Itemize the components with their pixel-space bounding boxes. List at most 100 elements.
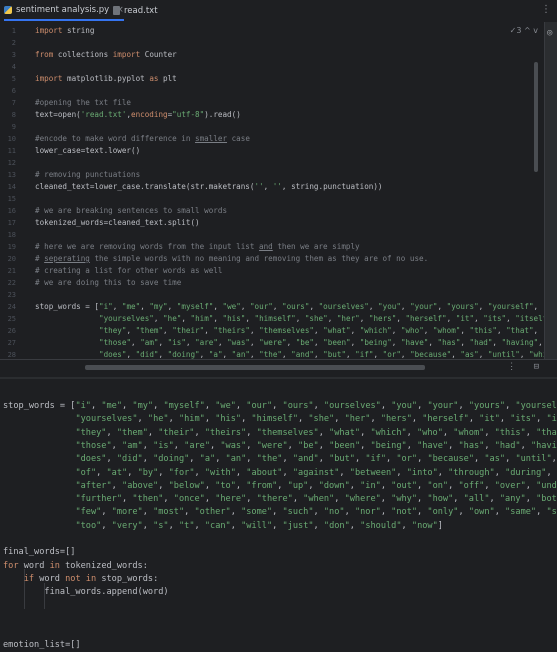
line-number: 23 xyxy=(0,289,16,301)
code-token: , xyxy=(101,521,111,531)
code-token: , xyxy=(200,350,209,359)
code-token: "very" xyxy=(112,521,143,531)
code-token: , xyxy=(458,401,468,411)
code-token: # we are doing this to save time xyxy=(35,278,181,287)
code-token: , xyxy=(205,494,215,504)
code-token: "or" xyxy=(383,350,401,359)
tab-read-txt[interactable]: read.txt xyxy=(113,0,158,21)
code-token: stop_words: xyxy=(96,574,158,584)
code-token: , xyxy=(205,414,215,424)
code-line: "they", "them", "their", "theirs", "them… xyxy=(3,427,557,440)
code-token: import xyxy=(35,26,62,35)
code-line: # we are breaking sentences to small wor… xyxy=(35,205,227,217)
more-tabs-icon[interactable]: ⋮ xyxy=(541,4,551,15)
code-token: , xyxy=(407,428,417,438)
code-token: , xyxy=(373,350,382,359)
text-file-icon xyxy=(113,6,120,15)
code-token: "it" xyxy=(456,314,474,323)
code-token: "or" xyxy=(396,454,417,464)
code-token: , xyxy=(417,481,427,491)
right-tool-strip: ◎ xyxy=(544,22,557,359)
code-line: if word not in stop_words: xyxy=(3,573,158,586)
code-token: , xyxy=(484,441,494,451)
code-line: stop_words = ["i", "me", "my", "myself",… xyxy=(3,400,557,413)
code-token: , xyxy=(381,401,391,411)
code-token: "me" xyxy=(101,401,122,411)
code-editor[interactable]: 1234567891011121314151617181920212223242… xyxy=(0,22,544,359)
code-token: "as" xyxy=(460,350,478,359)
code-token: , xyxy=(163,494,173,504)
line-number: 15 xyxy=(0,193,16,205)
code-token: word xyxy=(34,574,65,584)
vertical-scrollbar[interactable] xyxy=(534,62,538,172)
code-token: , xyxy=(314,326,323,335)
code-token: "can" xyxy=(205,521,231,531)
code-token: "ourselves" xyxy=(324,401,381,411)
code-token: "those" xyxy=(99,338,131,347)
code-token: "myself" xyxy=(163,401,204,411)
code-token: "been" xyxy=(323,338,350,347)
code-line: "those", "am", "is", "are", "was", "were… xyxy=(35,337,544,349)
code-token: "until" xyxy=(515,454,551,464)
code-token: , xyxy=(350,481,360,491)
code-token: , xyxy=(381,481,391,491)
code-token: emotion_list=[] xyxy=(3,640,81,650)
code-token: , xyxy=(282,350,291,359)
notifications-icon[interactable]: ◎ xyxy=(547,28,552,38)
code-token: "him" xyxy=(191,314,214,323)
code-token: "does" xyxy=(99,350,126,359)
code-token: , xyxy=(148,428,158,438)
inspection-widget[interactable]: ✓3 ^ v xyxy=(510,26,538,35)
code-token: , xyxy=(140,302,149,311)
layout-icons[interactable]: ⋮ ⊟ xyxy=(507,362,545,372)
code-token: , xyxy=(392,338,401,347)
code-token: , xyxy=(101,507,111,517)
code-token: , xyxy=(236,481,246,491)
code-token: "were" xyxy=(259,338,286,347)
code-token: "between" xyxy=(350,468,397,478)
horizontal-scrollbar[interactable] xyxy=(85,365,425,370)
code-token: "if" xyxy=(365,454,386,464)
code-token: "yourselves" xyxy=(99,314,154,323)
code-token: "its" xyxy=(510,414,536,424)
code-token: "be" xyxy=(298,441,319,451)
code-token: , xyxy=(351,338,360,347)
code-token: "few" xyxy=(75,507,101,517)
code-token: , xyxy=(370,414,380,424)
zoomed-code-view: stop_words = ["i", "me", "my", "myself",… xyxy=(0,377,557,652)
code-token: "with" xyxy=(205,468,236,478)
code-line: "does", "did", "doing", "a", "an", "the"… xyxy=(3,453,557,466)
code-token: , xyxy=(334,494,344,504)
code-token: "you" xyxy=(391,401,417,411)
code-token: "on" xyxy=(427,481,448,491)
code-token: "such" xyxy=(282,507,313,517)
code-token: cleaned_text=lower_case.translate(str.ma… xyxy=(35,182,254,191)
code-token: "in" xyxy=(360,481,381,491)
code-token: # we are breaking sentences to small wor… xyxy=(35,206,227,215)
code-token: , xyxy=(143,441,153,451)
line-number: 20 xyxy=(0,253,16,265)
line-number: 4 xyxy=(0,61,16,73)
code-token: , xyxy=(241,414,251,424)
code-token: tokenized_words=cleaned_text.split() xyxy=(35,218,200,227)
code-token: , xyxy=(127,468,137,478)
code-token: , xyxy=(314,338,323,347)
code-token: "up" xyxy=(288,481,309,491)
code-token: "while" xyxy=(529,350,544,359)
code-token: , xyxy=(298,414,308,424)
code-token: #encode to make word difference in xyxy=(35,134,195,143)
code-token: "the" xyxy=(257,454,283,464)
code-token: , xyxy=(495,507,505,517)
code-token: "was" xyxy=(227,338,250,347)
code-line: # here we are removing words from the in… xyxy=(35,241,360,253)
tab-sentiment-analysis[interactable]: sentiment analysis.py × xyxy=(4,0,124,21)
code-line: # removing punctuations xyxy=(35,169,140,181)
code-token: "itself" xyxy=(515,314,544,323)
code-token: Counter xyxy=(140,50,177,59)
code-token: "ourselves" xyxy=(319,302,369,311)
code-token: "and" xyxy=(291,350,314,359)
code-token: "had" xyxy=(470,338,493,347)
code-token: , xyxy=(106,428,116,438)
code-line: "few", "more", "most", "other", "some", … xyxy=(3,506,557,519)
code-token: , xyxy=(396,468,406,478)
